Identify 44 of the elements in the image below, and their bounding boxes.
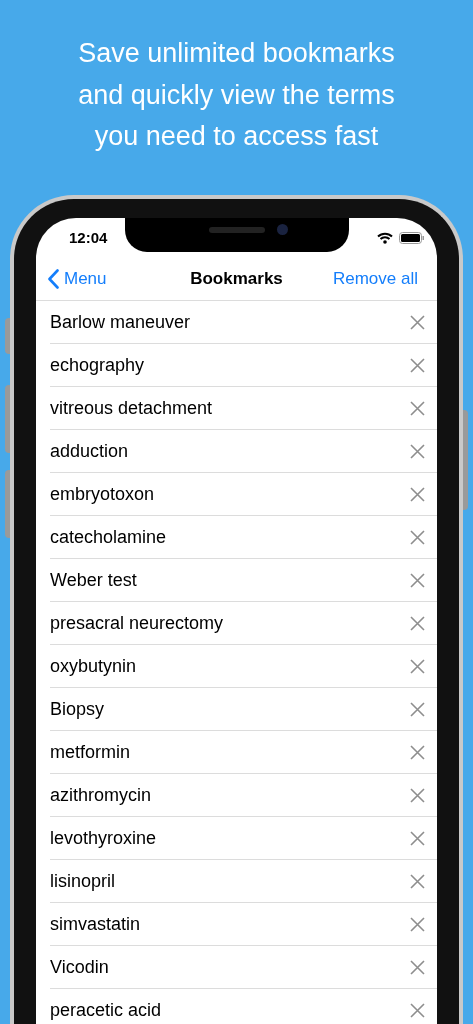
bookmark-term[interactable]: Weber test [50,566,137,594]
bookmark-term[interactable]: Vicodin [50,953,109,981]
nav-title: Bookmarks [190,268,283,291]
headline: Save unlimited bookmarks and quickly view the terms you need to access fast [77,37,396,153]
bookmark-term[interactable]: metformin [50,738,130,766]
bookmark-term[interactable]: Biopsy [50,695,105,723]
close-icon[interactable] [410,615,425,631]
bookmark-term[interactable]: catecholamine [50,523,167,551]
close-icon[interactable] [410,787,425,803]
close-icon[interactable] [410,830,425,846]
back-button[interactable]: Menu [48,266,107,292]
bookmark-term[interactable]: simvastatin [50,910,141,938]
close-icon[interactable] [410,744,425,760]
close-icon[interactable] [410,873,425,889]
bookmark-term[interactable]: echography [50,351,145,379]
wifi-icon [377,232,393,244]
bookmark-term[interactable]: peracetic acid [50,996,162,1024]
close-icon[interactable] [410,572,425,588]
status-time: 12:04 [69,227,108,248]
camera-icon [277,224,288,235]
bookmark-term[interactable]: azithromycin [50,781,152,809]
close-icon[interactable] [410,357,425,373]
bookmark-term[interactable]: oxybutynin [50,652,137,680]
close-icon[interactable] [410,400,425,416]
close-icon[interactable] [410,959,425,975]
close-icon[interactable] [410,443,425,459]
bookmark-term[interactable]: levothyroxine [50,824,157,852]
close-icon[interactable] [410,658,425,674]
close-icon[interactable] [410,1002,425,1018]
bookmark-term[interactable]: adduction [50,437,129,465]
close-icon[interactable] [410,314,425,330]
chevron-left-icon [48,269,59,289]
bookmark-term[interactable]: lisinopril [50,867,116,895]
close-icon[interactable] [410,486,425,502]
bookmark-term[interactable]: vitreous detachment [50,394,213,422]
remove-all-button[interactable]: Remove all [332,266,425,292]
close-icon[interactable] [410,916,425,932]
bookmark-term[interactable]: presacral neurectomy [50,609,224,637]
bookmark-term[interactable]: Barlow maneuver [50,308,191,336]
battery-icon [399,232,425,244]
speaker-icon [209,227,265,233]
close-icon[interactable] [410,701,425,717]
bookmark-term[interactable]: embryotoxon [50,480,155,508]
close-icon[interactable] [410,529,425,545]
